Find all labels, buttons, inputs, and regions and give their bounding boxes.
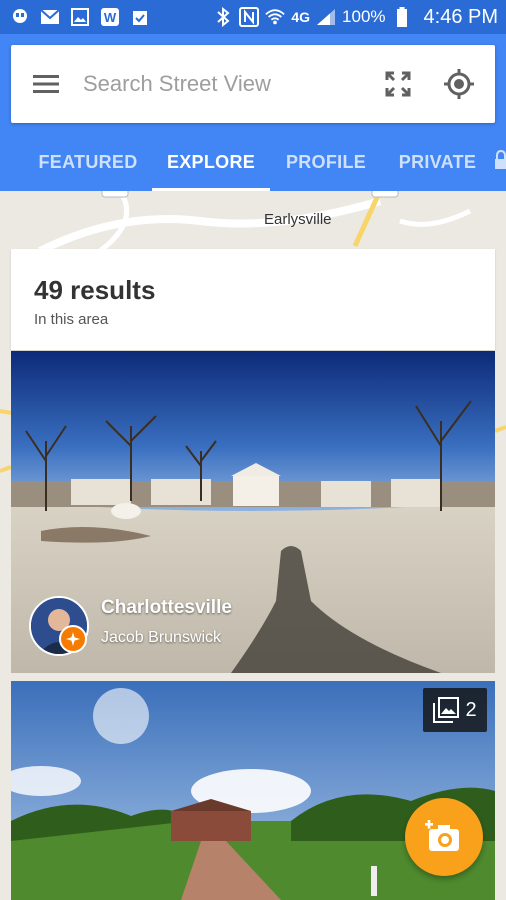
lock-icon [494,149,506,175]
svg-text:W: W [104,10,117,25]
my-location-icon [444,69,475,99]
results-subtitle: In this area [34,311,109,328]
network-type: 4G [291,9,311,25]
word-icon: W [100,7,120,27]
tab-featured-label: FEATURED [38,152,138,172]
gallery-icon [70,7,90,27]
results-card: 49 results In this area [11,249,495,350]
tab-private-label: PRIVATE [398,152,477,172]
photo-count: 2 [465,698,477,721]
star-icon [66,632,80,646]
map-place-label: Earlysville [264,211,332,228]
gmail-icon [40,7,60,27]
fullscreen-button[interactable] [373,45,423,123]
tab-explore-label: EXPLORE [166,152,256,172]
hamburger-menu-icon [32,75,59,93]
search-bar [11,45,495,123]
tab-private[interactable]: PRIVATE [390,134,485,191]
tab-profile-label: PROFILE [285,152,367,172]
battery-icon [392,7,412,27]
signal-icon [316,7,336,27]
app-header: FEATURED EXPLORE PROFILE PRIVATE [0,34,506,191]
add-photo-button[interactable] [405,798,483,876]
battery-percent: 100% [342,7,386,26]
status-bar: W 4G 100% 4:46 PM [0,0,506,34]
tab-explore[interactable]: EXPLORE [152,134,270,191]
results-count: 49 results [34,275,156,305]
tab-profile[interactable]: PROFILE [280,134,372,191]
tab-bar: FEATURED EXPLORE PROFILE PRIVATE [0,134,506,191]
clipboard-icon [130,7,150,27]
nfc-icon [239,7,260,27]
photo-count-badge: 2 [423,688,487,732]
photo-library-icon [433,697,460,723]
panorama-card[interactable]: Charlottesville Jacob Brunswick [11,351,495,673]
expand-icon [385,71,411,97]
add-camera-icon [425,820,459,851]
search-input[interactable] [80,63,373,105]
wifi-icon [265,7,286,27]
place-name: Charlottesville [101,597,232,618]
local-guide-badge [59,625,87,653]
hangouts-icon [10,7,30,27]
clock: 4:46 PM [423,5,498,28]
bluetooth-icon [213,7,233,27]
menu-button[interactable] [11,45,81,123]
my-location-button[interactable] [423,45,495,123]
tab-featured[interactable]: FEATURED [32,134,144,191]
author-name[interactable]: Jacob Brunswick [101,629,221,647]
